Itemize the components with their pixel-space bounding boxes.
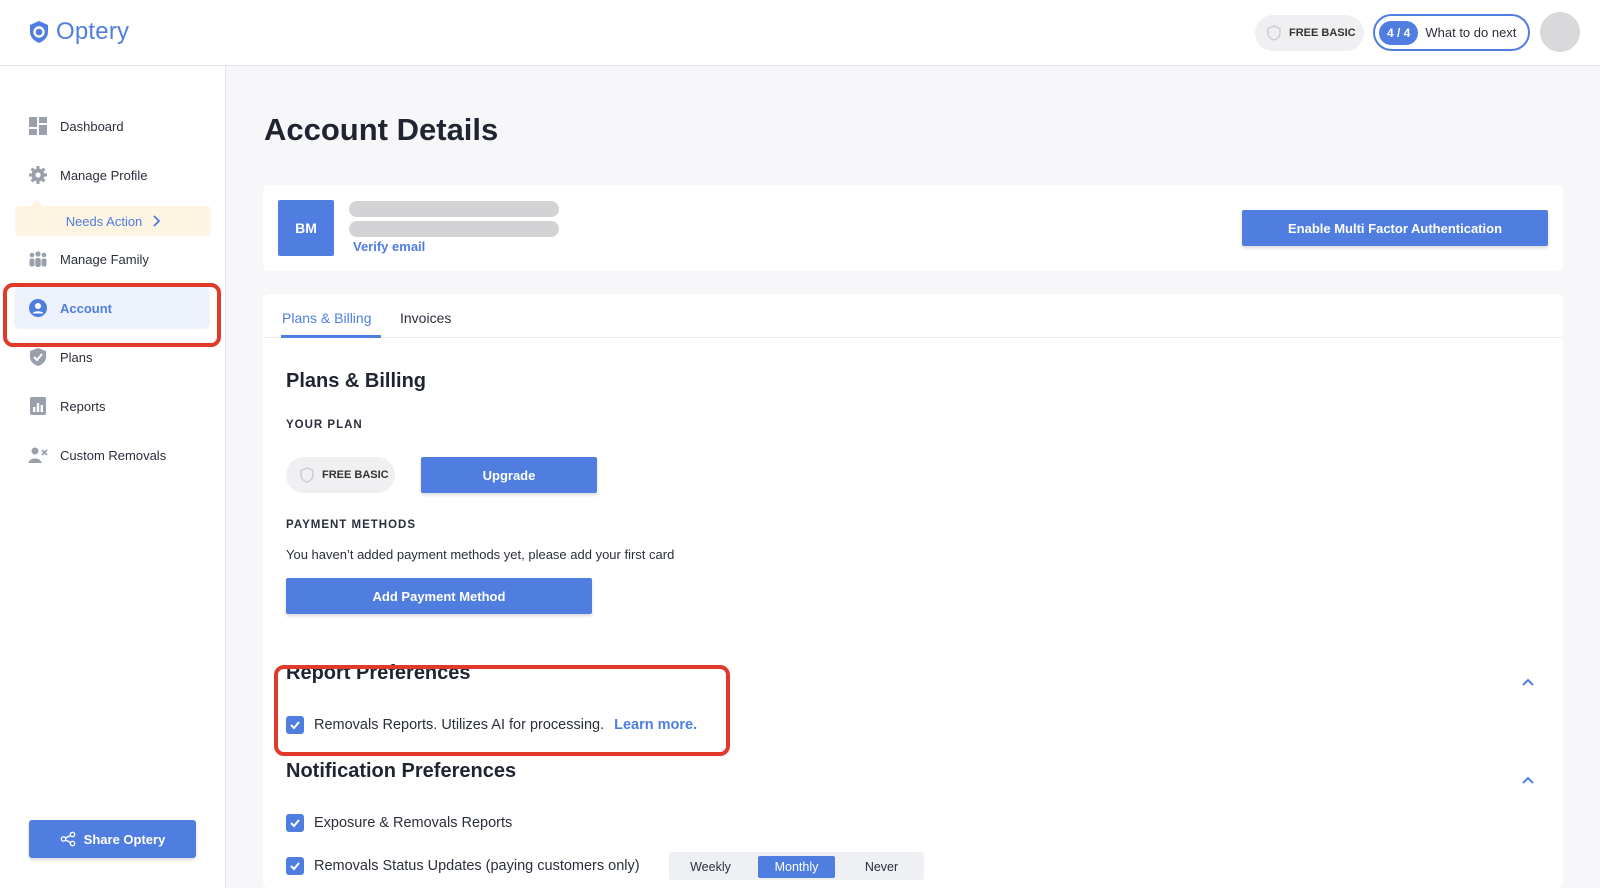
chevron-up-icon[interactable] [1521,775,1535,785]
optery-logo[interactable]: Optery [28,18,129,46]
current-plan-badge: FREE BASIC [286,457,395,493]
status-updates-checkbox[interactable] [286,857,304,875]
shield-check-icon [30,348,46,366]
share-optery-label: Share Optery [83,831,166,847]
frequency-monthly[interactable]: Monthly [758,856,835,878]
page-title: Account Details [264,112,499,147]
needs-action-label: Needs Action [65,213,143,229]
verify-email-link[interactable]: Verify email [353,239,425,254]
chevron-up-icon[interactable] [1521,677,1535,687]
sidebar-item-manage-family[interactable]: Manage Family [14,238,210,280]
sidebar: Dashboard Manage Profile Needs Action Ma… [0,66,226,888]
plan-badge-label: FREE BASIC [1289,27,1356,39]
share-icon [60,831,76,847]
progress-count: 4 / 4 [1379,20,1419,45]
exposure-removals-checkbox[interactable] [286,814,304,832]
report-preferences-highlight-annotation [274,665,730,756]
chevron-right-icon [153,215,161,227]
upgrade-button[interactable]: Upgrade [421,457,597,493]
logo-text: Optery [56,18,130,45]
account-highlight-annotation [3,283,221,347]
frequency-selector: Weekly Monthly Never [669,852,924,880]
status-updates-option[interactable]: Removals Status Updates (paying customer… [286,857,640,875]
billing-card: Plans & Billing Invoices Plans & Billing… [263,294,1563,888]
payment-methods-note: You haven’t added payment methods yet, p… [286,547,675,562]
sidebar-item-label: Custom Removals [60,447,167,463]
sidebar-item-dashboard[interactable]: Dashboard [14,105,210,147]
frequency-weekly[interactable]: Weekly [673,856,748,878]
user-remove-icon [28,447,48,463]
active-tab-indicator [281,335,381,338]
sidebar-item-custom-removals[interactable]: Custom Removals [14,434,210,476]
sidebar-item-label: Manage Profile [60,167,148,183]
dashboard-icon [29,117,47,135]
frequency-never[interactable]: Never [843,856,920,878]
gear-icon [29,166,47,184]
what-to-do-next-button[interactable]: 4 / 4 What to do next [1373,14,1530,51]
sidebar-item-reports[interactable]: Reports [14,385,210,427]
current-plan-label: FREE BASIC [322,469,389,481]
sidebar-item-label: Reports [60,398,106,414]
optery-shield-icon [30,21,48,43]
top-header: Optery FREE BASIC 4 / 4 What to do next [0,0,1600,66]
exposure-removals-option[interactable]: Exposure & Removals Reports [286,814,512,832]
status-updates-label: Removals Status Updates (paying customer… [314,858,640,874]
tab-plans-billing[interactable]: Plans & Billing [282,310,372,326]
share-optery-button[interactable]: Share Optery [29,820,196,858]
enable-mfa-button[interactable]: Enable Multi Factor Authentication [1242,210,1548,246]
exposure-removals-label: Exposure & Removals Reports [314,815,513,831]
what-to-do-next-label: What to do next [1425,25,1517,40]
shield-outline-icon [1267,25,1281,41]
tab-bar: Plans & Billing Invoices [263,294,1563,338]
user-avatar[interactable] [1540,12,1580,52]
checkmark-icon [290,862,300,871]
sidebar-item-label: Plans [60,349,93,365]
add-payment-method-button[interactable]: Add Payment Method [286,578,592,614]
redacted-email [349,221,559,237]
plan-badge[interactable]: FREE BASIC [1255,15,1364,51]
plans-billing-heading: Plans & Billing [286,370,427,392]
needs-action-link[interactable]: Needs Action [15,200,211,236]
redacted-name [349,201,559,217]
sidebar-item-manage-profile[interactable]: Manage Profile [14,154,210,196]
sidebar-item-label: Manage Family [60,251,149,267]
sidebar-item-label: Dashboard [60,118,124,134]
checkmark-icon [290,819,300,828]
avatar: BM [278,200,334,256]
tab-invoices[interactable]: Invoices [400,310,451,326]
your-plan-label: YOUR PLAN [286,419,363,431]
notification-preferences-heading: Notification Preferences [286,760,517,782]
account-summary-card: BM Verify email Enable Multi Factor Auth… [263,185,1563,271]
family-icon [29,251,47,267]
payment-methods-label: PAYMENT METHODS [286,519,417,531]
shield-outline-icon [300,467,314,483]
report-icon [30,397,46,415]
